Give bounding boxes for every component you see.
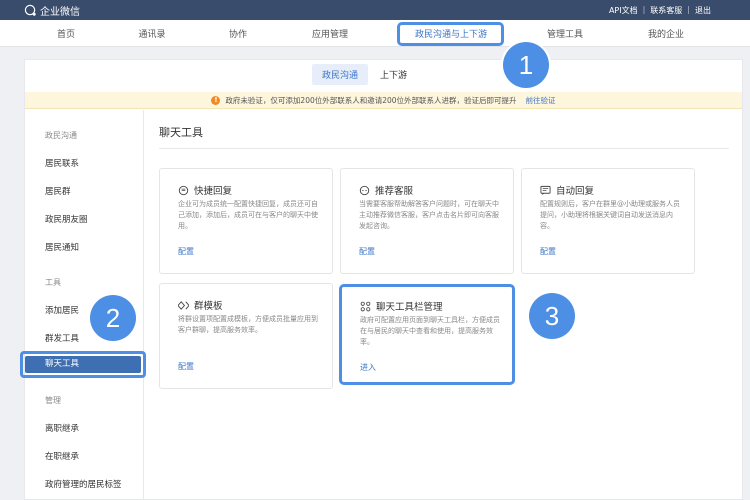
nav-management-tools[interactable]: 管理工具	[547, 27, 583, 40]
sidebar-item-resident-notices[interactable]: 居民通知	[45, 241, 79, 253]
card-title: 自动回复	[556, 186, 595, 197]
title-divider	[159, 148, 729, 149]
enter-link[interactable]: 进入	[360, 362, 376, 373]
nav-app-management[interactable]: 应用管理	[312, 27, 348, 40]
configure-link[interactable]: 配置	[178, 246, 194, 257]
top-bar: 企业微信 API文档 | 联系客服 | 退出	[0, 0, 750, 20]
sidebar-item-chat-tools[interactable]: 聊天工具	[20, 351, 146, 378]
chat-bubble-icon	[178, 185, 189, 195]
sidebar-item-moments[interactable]: 政民朋友圈	[45, 213, 88, 225]
card-quick-reply[interactable]: 快捷回复 企业可为成员统一配置快捷回复，成员还可自己添加，添加后，成员可在与客户…	[159, 168, 333, 274]
nav-home[interactable]: 首页	[57, 27, 75, 40]
annotation-badge-1: 1	[503, 42, 549, 88]
page-title: 聊天工具	[159, 126, 203, 139]
annotation-badge-3: 3	[529, 293, 575, 339]
verify-link[interactable]: 前往验证	[526, 95, 556, 106]
warning-icon: !	[211, 95, 221, 105]
sidebar-item-active-inherit[interactable]: 在职继承	[45, 450, 79, 462]
configure-link[interactable]: 配置	[359, 246, 375, 257]
service-chat-icon	[359, 185, 370, 195]
wecom-logo-icon	[24, 4, 36, 16]
card-description: 当需要客服帮助解答客户问题时，可在聊天中主动推荐微信客服，客户点击名片即可向客服…	[359, 200, 499, 230]
nav-collaboration[interactable]: 协作	[229, 27, 247, 40]
sidebar-item-resident-tags[interactable]: 政府管理的居民标签	[45, 478, 122, 490]
logo-text: 企业微信	[40, 7, 80, 18]
divider: |	[642, 5, 646, 14]
card-title: 聊天工具栏管理	[376, 302, 443, 313]
sidebar-group-tools: 工具	[45, 278, 61, 287]
nav-highlight-box	[397, 22, 504, 46]
card-description: 配置规则后，客户在群里@小助理或服务人员提问，小助理将根据关键词自动发送消息内容…	[540, 200, 680, 230]
sidebar-item-mass-send[interactable]: 群发工具	[45, 332, 79, 344]
sidebar-item-resident-contacts[interactable]: 居民联系	[45, 157, 79, 169]
sidebar-item-chat-tools-label: 聊天工具	[25, 356, 141, 373]
sidebar-group-gov-communication: 政民沟通	[45, 131, 77, 140]
nav-contacts[interactable]: 通讯录	[138, 27, 165, 40]
nav-my-enterprise[interactable]: 我的企业	[648, 27, 684, 40]
subtab-upstream-downstream[interactable]: 上下游	[370, 64, 417, 85]
notice-text: 政府未验证，仅可添加200位外部联系人和邀请200位外部联系人进群，验证后即可提…	[225, 95, 517, 105]
main-nav: 首页 通讯录 协作 应用管理 政民沟通与上下游 管理工具 我的企业	[0, 20, 750, 47]
sidebar-item-add-resident[interactable]: 添加居民	[45, 304, 79, 316]
card-chat-toolbar-management[interactable]: 聊天工具栏管理 政府可配置应用页面到聊天工具栏，方便成员在与居民的聊天中查看和使…	[339, 284, 515, 385]
card-title: 群模板	[194, 301, 223, 312]
card-title: 推荐客服	[375, 186, 414, 197]
card-description: 企业可为成员统一配置快捷回复，成员还可自己添加，添加后，成员可在与客户的聊天中使…	[178, 200, 318, 230]
logout-link[interactable]: 退出	[690, 5, 716, 16]
card-group-template[interactable]: 群模板 将群设置项配置成模板，方便成员批量应用到客户群聊，提高服务效率。 配置	[159, 283, 333, 389]
card-description: 将群设置项配置成模板，方便成员批量应用到客户群聊，提高服务效率。	[178, 315, 318, 334]
card-description: 政府可配置应用页面到聊天工具栏，方便成员在与居民的聊天中查看和使用，提高服务效率…	[360, 316, 500, 346]
sidebar-item-resigned-inherit[interactable]: 离职继承	[45, 422, 79, 434]
verification-notice: ! 政府未验证，仅可添加200位外部联系人和邀请200位外部联系人进群，验证后即…	[25, 92, 742, 109]
subtab-gov-communication[interactable]: 政民沟通	[312, 64, 369, 85]
toolbar-grid-icon	[360, 301, 371, 311]
auto-reply-icon	[540, 185, 551, 195]
diamond-template-icon	[178, 300, 189, 310]
card-auto-reply[interactable]: 自动回复 配置规则后，客户在群里@小助理或服务人员提问，小助理将根据关键词自动发…	[521, 168, 695, 274]
divider: |	[687, 5, 690, 14]
sub-tabs: 政民沟通 上下游	[312, 64, 417, 85]
contact-support-link[interactable]: 联系客服	[645, 5, 687, 16]
sidebar-group-management: 管理	[45, 396, 61, 405]
card-recommend-service[interactable]: 推荐客服 当需要客服帮助解答客户问题时，可在聊天中主动推荐微信客服，客户点击名片…	[340, 168, 514, 274]
logo[interactable]: 企业微信	[24, 3, 80, 18]
api-docs-link[interactable]: API文档	[604, 5, 643, 16]
configure-link[interactable]: 配置	[540, 246, 556, 257]
card-title: 快捷回复	[194, 186, 233, 197]
annotation-badge-2: 2	[90, 295, 136, 341]
sidebar-item-resident-groups[interactable]: 居民群	[45, 185, 71, 197]
configure-link[interactable]: 配置	[178, 361, 194, 372]
